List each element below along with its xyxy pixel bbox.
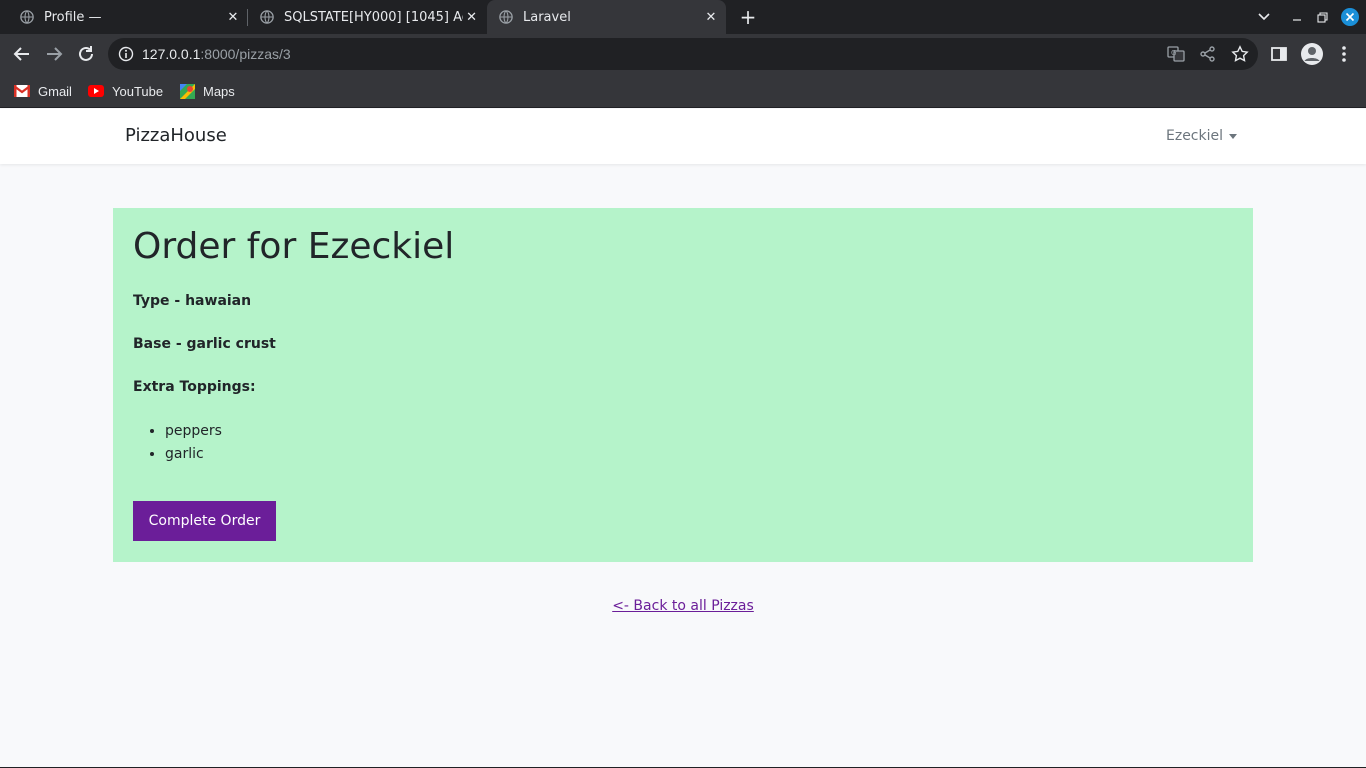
bookmark-youtube[interactable]: YouTube (88, 82, 163, 100)
bookmarks-bar: Gmail YouTube Maps (0, 74, 1366, 108)
globe-icon (20, 10, 34, 24)
profile-avatar-icon[interactable] (1300, 42, 1324, 66)
bookmark-star-icon[interactable] (1231, 45, 1249, 63)
tab-sqlstate[interactable]: SQLSTATE[HY000] [1045] Acc ✕ (248, 0, 486, 34)
bookmark-label: YouTube (112, 83, 164, 99)
tab-search-icon[interactable] (1254, 6, 1274, 28)
forward-icon[interactable] (40, 40, 68, 68)
topping-item: peppers (165, 421, 222, 444)
bookmark-label: Maps (203, 83, 235, 99)
complete-order-button[interactable]: Complete Order (133, 501, 276, 541)
tab-laravel[interactable]: Laravel ✕ (487, 0, 726, 34)
back-icon[interactable] (8, 40, 36, 68)
gmail-icon (14, 85, 30, 97)
bookmark-maps[interactable]: Maps (180, 82, 235, 100)
minimize-icon[interactable] (1288, 6, 1306, 28)
site-navbar: PizzaHouse Ezeckiel (0, 109, 1366, 164)
tab-title: Laravel (523, 9, 571, 25)
translate-icon[interactable]: G (1167, 45, 1185, 63)
close-window-icon[interactable] (1339, 6, 1361, 28)
caret-down-icon (1229, 133, 1238, 139)
new-tab-button[interactable]: + (736, 5, 760, 29)
topping-item: garlic (165, 444, 222, 467)
globe-icon (499, 10, 513, 24)
restore-icon[interactable] (1313, 6, 1331, 28)
tab-title: SQLSTATE[HY000] [1045] Acc (284, 9, 464, 25)
svg-text:G: G (1171, 49, 1176, 57)
share-icon[interactable] (1199, 45, 1217, 63)
url-host: 127.0.0.1 (142, 46, 201, 62)
close-icon[interactable]: ✕ (224, 8, 242, 26)
back-link-container: <- Back to all Pizzas (0, 595, 1366, 614)
toppings-label: Extra Toppings: (133, 379, 256, 395)
url-path: :8000/pizzas/3 (200, 46, 291, 62)
bookmark-gmail[interactable]: Gmail (14, 82, 72, 100)
pizza-type: Type - hawaian (133, 293, 252, 309)
close-icon[interactable]: ✕ (463, 8, 480, 26)
brand-link[interactable]: PizzaHouse (125, 125, 227, 146)
back-to-pizzas-link[interactable]: <- Back to all Pizzas (612, 598, 754, 614)
order-details-card: Order for Ezeckiel Type - hawaian Base -… (113, 208, 1253, 562)
side-panel-icon[interactable] (1269, 44, 1289, 64)
url-text: 127.0.0.1:8000/pizzas/3 (142, 46, 291, 62)
menu-kebab-icon[interactable] (1334, 44, 1354, 64)
globe-icon (260, 10, 274, 24)
youtube-icon (88, 85, 104, 97)
reload-icon[interactable] (72, 40, 100, 68)
site-info-icon[interactable] (118, 46, 134, 62)
order-heading: Order for Ezeckiel (133, 226, 455, 267)
address-bar[interactable]: 127.0.0.1:8000/pizzas/3 G (108, 38, 1258, 70)
maps-icon (180, 83, 195, 99)
user-dropdown-toggle[interactable]: Ezeckiel (1166, 128, 1238, 144)
tab-strip: Profile — ✕ SQLSTATE[HY000] [1045] Acc ✕… (0, 0, 1366, 34)
pizza-base: Base - garlic crust (133, 336, 276, 352)
tab-profile[interactable]: Profile — ✕ (0, 0, 248, 34)
close-icon[interactable]: ✕ (702, 8, 720, 26)
bookmark-label: Gmail (38, 83, 72, 99)
page-content: PizzaHouse Ezeckiel Order for Ezeckiel T… (0, 109, 1366, 768)
browser-toolbar: 127.0.0.1:8000/pizzas/3 G (0, 34, 1366, 74)
toppings-list: peppers garlic (165, 421, 222, 467)
tab-title: Profile — (44, 9, 102, 25)
user-name: Ezeckiel (1166, 128, 1224, 144)
